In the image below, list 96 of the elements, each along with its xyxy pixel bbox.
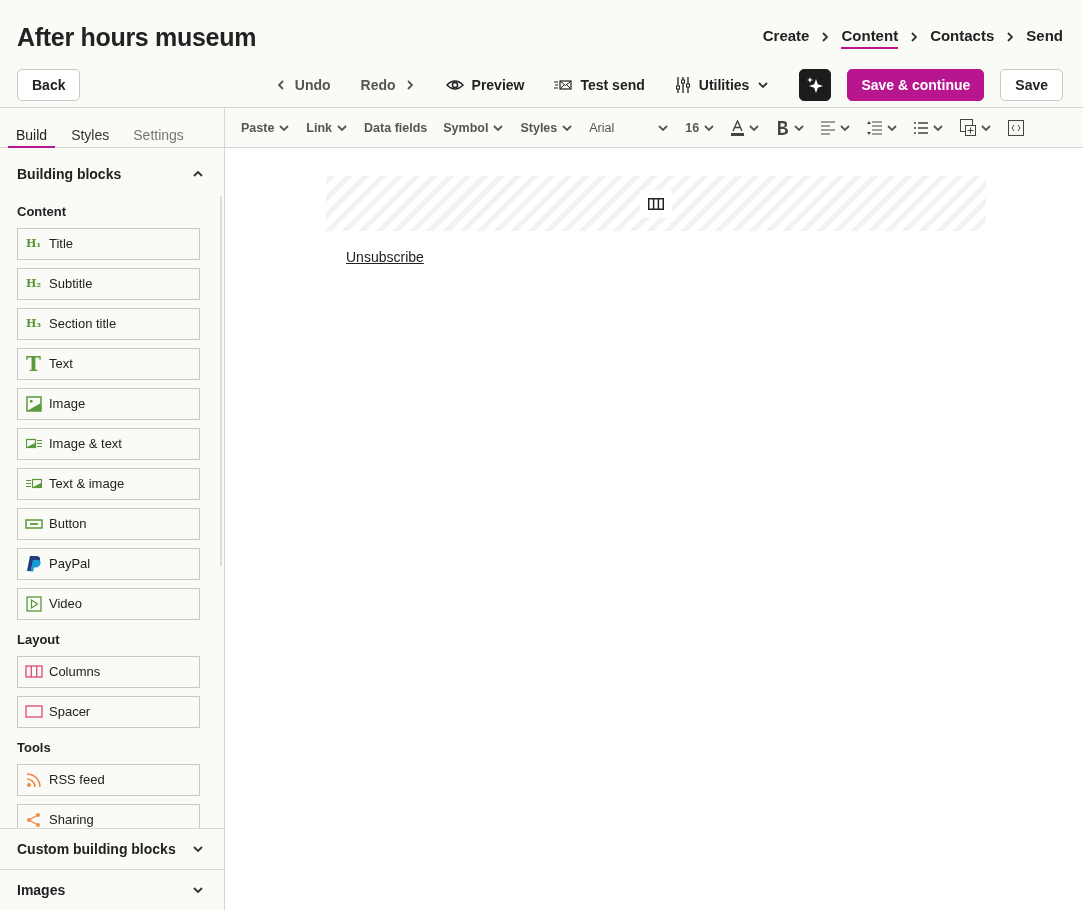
- insert-block-icon: [960, 119, 977, 136]
- building-block[interactable]: Image: [17, 387, 200, 420]
- section-header[interactable]: Custom building blocks: [0, 828, 224, 869]
- text-color-icon: [731, 119, 745, 136]
- building-block[interactable]: Button: [17, 507, 200, 540]
- columns-icon: [648, 197, 664, 210]
- block-label: Text: [49, 356, 73, 372]
- block-label: Image & text: [49, 436, 122, 452]
- section-title: Building blocks: [17, 165, 122, 182]
- image-icon: [25, 395, 42, 412]
- step-link[interactable]: Content: [841, 25, 899, 49]
- eye-icon: [445, 79, 464, 91]
- toolbar-button[interactable]: Data fields: [364, 120, 428, 135]
- block-label: Section title: [49, 316, 117, 332]
- rss-icon: [26, 771, 41, 788]
- section-title: Images: [17, 882, 66, 898]
- block-label: Spacer: [49, 704, 91, 720]
- font-select[interactable]: Arial: [589, 120, 670, 135]
- block-label: Image: [49, 396, 86, 412]
- bullet-list-icon: [914, 120, 929, 135]
- toolbar-dropdown[interactable]: [776, 119, 806, 136]
- columns-icon: [24, 665, 43, 679]
- building-block[interactable]: H₂ Subtitle: [17, 267, 200, 300]
- play-icon: [25, 595, 42, 612]
- building-block[interactable]: H₁ Title: [17, 227, 200, 260]
- building-block[interactable]: Image & text: [17, 427, 200, 460]
- chevron-down-icon: [757, 79, 770, 91]
- step-link[interactable]: Create: [762, 25, 810, 49]
- block-label: Button: [49, 516, 87, 532]
- sidebar-tab[interactable]: Build: [8, 126, 56, 148]
- toolbar-dropdown[interactable]: Paste: [241, 120, 291, 135]
- email-title: After hours museum: [17, 22, 257, 52]
- button-block-icon: [24, 518, 43, 529]
- code-icon: [1008, 119, 1025, 136]
- building-block[interactable]: Video: [17, 587, 200, 620]
- utilities-button[interactable]: Utilities: [674, 76, 770, 94]
- toolbar-dropdown[interactable]: [821, 120, 852, 135]
- group-heading: Content: [17, 203, 68, 219]
- section-header[interactable]: Building blocks: [0, 147, 224, 188]
- align-left-icon: [821, 120, 836, 135]
- save-button[interactable]: Save: [1000, 69, 1063, 101]
- save-continue-button[interactable]: Save & continue: [847, 69, 985, 101]
- block-label: Text & image: [49, 476, 125, 492]
- heading-icon: H₃: [25, 317, 42, 331]
- building-block[interactable]: Columns: [17, 655, 200, 688]
- building-block[interactable]: RSS feed: [17, 763, 200, 796]
- redo-button[interactable]: Redo: [360, 77, 416, 93]
- group-heading: Tools: [17, 739, 52, 755]
- line-spacing-icon: [867, 119, 883, 136]
- rectangle-icon: [24, 705, 43, 719]
- paypal-logo-icon: [25, 555, 42, 573]
- toolbar-dropdown[interactable]: [731, 119, 761, 136]
- step-link[interactable]: Send: [1026, 25, 1063, 49]
- undo-button[interactable]: Undo: [274, 77, 331, 93]
- toolbar-button[interactable]: [1008, 119, 1025, 136]
- sidebar-tab[interactable]: Styles: [63, 126, 118, 148]
- toolbar-dropdown[interactable]: Symbol: [443, 120, 505, 135]
- block-label: Subtitle: [49, 276, 93, 292]
- toolbar-dropdown[interactable]: [960, 119, 993, 136]
- toolbar-dropdown[interactable]: 16: [685, 120, 716, 135]
- sparkle-button[interactable]: [799, 69, 832, 101]
- block-label: RSS feed: [49, 772, 105, 788]
- block-label: Video: [49, 596, 82, 612]
- section-header[interactable]: Images: [0, 869, 224, 910]
- building-block[interactable]: Sharing: [17, 803, 200, 828]
- test-send-button[interactable]: Test send: [554, 77, 645, 93]
- step-link[interactable]: Contacts: [930, 25, 995, 49]
- envelope-icon: [554, 80, 573, 90]
- building-block[interactable]: Text & image: [17, 467, 200, 500]
- sidebar-tab[interactable]: Settings: [125, 126, 192, 148]
- block-label: Sharing: [49, 812, 94, 828]
- block-label: PayPal: [49, 556, 91, 572]
- building-block[interactable]: Spacer: [17, 695, 200, 728]
- toolbar-dropdown[interactable]: [867, 119, 899, 136]
- bold-icon: [776, 119, 790, 136]
- group-heading: Layout: [17, 631, 61, 647]
- sparkle-icon: [806, 76, 825, 94]
- heading-icon: H₂: [25, 277, 42, 291]
- building-block[interactable]: PayPal: [17, 547, 200, 580]
- toolbar-dropdown[interactable]: [914, 120, 945, 135]
- heading-icon: T: [26, 351, 41, 376]
- toolbar-dropdown[interactable]: Link: [306, 120, 349, 135]
- back-button[interactable]: Back: [17, 69, 81, 101]
- text-image-icon: [25, 478, 42, 490]
- heading-icon: H₁: [25, 237, 42, 251]
- block-label: Title: [49, 236, 74, 252]
- building-block[interactable]: T Text: [17, 347, 200, 380]
- toolbar-dropdown[interactable]: Styles: [520, 120, 574, 135]
- block-label: Columns: [49, 664, 101, 680]
- share-icon: [26, 811, 41, 828]
- preview-button[interactable]: Preview: [445, 77, 525, 93]
- image-text-icon: [25, 438, 42, 450]
- section-title: Custom building blocks: [17, 841, 176, 857]
- building-block[interactable]: H₃ Section title: [17, 307, 200, 340]
- sliders-icon: [674, 76, 691, 94]
- unsubscribe-link[interactable]: Unsubscribe: [346, 249, 424, 265]
